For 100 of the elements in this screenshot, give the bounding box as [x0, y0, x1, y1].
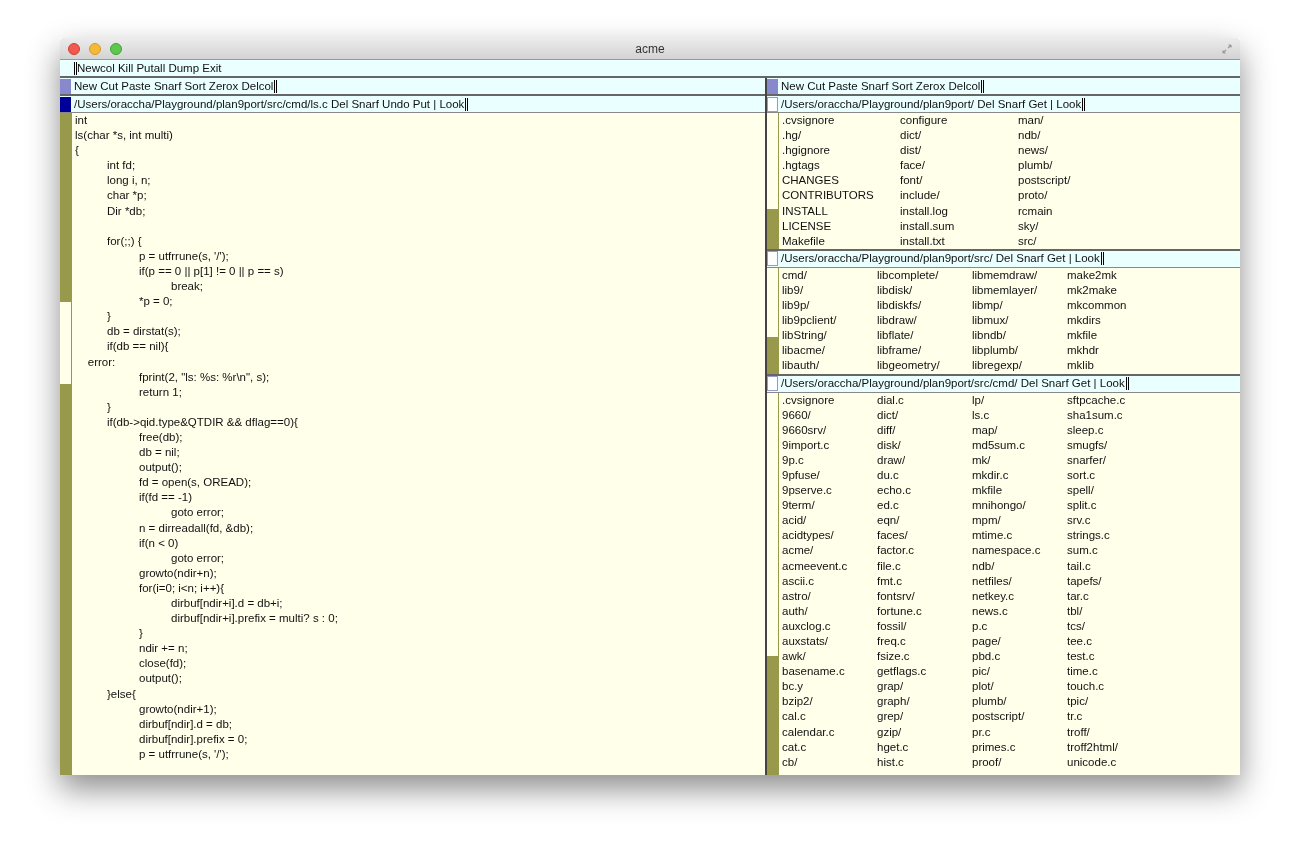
file-name[interactable]: touch.c [1067, 679, 1162, 695]
file-name[interactable]: mkfile [972, 483, 1067, 499]
scroll-thumb[interactable] [60, 301, 71, 385]
file-name[interactable]: auxclog.c [782, 618, 877, 634]
scrollbar[interactable] [60, 113, 72, 775]
file-name[interactable]: ls.c [972, 407, 1067, 423]
file-name[interactable]: dial.c [877, 392, 972, 408]
column-handle[interactable] [60, 78, 71, 94]
file-name[interactable]: ndb/ [972, 558, 1067, 574]
file-name[interactable]: fortune.c [877, 603, 972, 619]
file-name[interactable]: INSTALL [782, 203, 900, 219]
file-name[interactable]: fmt.c [877, 573, 972, 589]
file-name[interactable]: grap/ [877, 679, 972, 695]
file-name[interactable]: .hgtags [782, 158, 900, 174]
file-name[interactable]: gzip/ [877, 724, 972, 740]
file-name[interactable]: rcmain [1018, 203, 1136, 219]
file-name[interactable]: basename.c [782, 664, 877, 680]
file-name[interactable]: pr.c [972, 724, 1067, 740]
file-name[interactable]: libmemdraw/ [972, 267, 1067, 283]
file-name[interactable]: pbd.c [972, 649, 1067, 665]
file-name[interactable]: lib9p/ [782, 298, 877, 314]
window-handle[interactable] [767, 376, 778, 391]
file-name[interactable]: install.sum [900, 218, 1018, 234]
file-name[interactable]: acidtypes/ [782, 528, 877, 544]
file-name[interactable]: mnihongo/ [972, 498, 1067, 514]
file-name[interactable]: faces/ [877, 528, 972, 544]
file-name[interactable]: 9660/ [782, 407, 877, 423]
file-name[interactable]: Makefile [782, 233, 900, 249]
file-name[interactable]: install.log [900, 203, 1018, 219]
file-name[interactable]: 9import.c [782, 437, 877, 453]
file-name[interactable]: tail.c [1067, 558, 1162, 574]
file-name[interactable]: spell/ [1067, 483, 1162, 499]
file-name[interactable]: mk/ [972, 452, 1067, 468]
file-name[interactable]: libmemlayer/ [972, 282, 1067, 299]
file-name[interactable]: 9pfuse/ [782, 467, 877, 484]
file-name[interactable]: dict/ [877, 407, 972, 423]
file-name[interactable]: man/ [1018, 113, 1136, 129]
file-name[interactable]: libauth/ [782, 358, 877, 374]
file-name[interactable]: news.c [972, 603, 1067, 619]
file-name[interactable]: tapefs/ [1067, 573, 1162, 589]
fullscreen-icon[interactable] [1222, 43, 1232, 54]
file-name[interactable]: disk/ [877, 437, 972, 453]
file-name[interactable]: 9term/ [782, 498, 877, 514]
file-name[interactable]: tee.c [1067, 634, 1162, 650]
file-name[interactable]: .cvsignore [782, 392, 877, 408]
file-name[interactable]: grep/ [877, 709, 972, 725]
file-name[interactable]: sftpcache.c [1067, 392, 1162, 408]
file-name[interactable]: sha1sum.c [1067, 407, 1162, 423]
file-name[interactable]: hget.c [877, 739, 972, 755]
file-name[interactable]: .hgignore [782, 143, 900, 159]
file-name[interactable]: p.c [972, 618, 1067, 634]
file-name[interactable]: libndb/ [972, 328, 1067, 344]
file-name[interactable]: 9pserve.c [782, 483, 877, 499]
file-name[interactable]: mkhdr [1067, 343, 1162, 359]
file-name[interactable]: netkey.c [972, 588, 1067, 604]
file-name[interactable]: snarfer/ [1067, 452, 1162, 468]
file-name[interactable]: hist.c [877, 754, 972, 770]
file-name[interactable]: echo.c [877, 483, 972, 499]
file-name[interactable]: smugfs/ [1067, 437, 1162, 453]
file-name[interactable]: libmp/ [972, 298, 1067, 314]
scroll-thumb[interactable] [767, 267, 778, 337]
column-handle[interactable] [767, 78, 778, 94]
file-name[interactable]: face/ [900, 158, 1018, 174]
file-name[interactable]: libplumb/ [972, 343, 1067, 359]
file-name[interactable]: sleep.c [1067, 422, 1162, 438]
file-name[interactable]: troff/ [1067, 724, 1162, 740]
file-name[interactable]: netfiles/ [972, 573, 1067, 589]
file-name[interactable]: tr.c [1067, 709, 1162, 725]
file-name[interactable]: primes.c [972, 739, 1067, 755]
file-name[interactable]: lp/ [972, 392, 1067, 408]
file-name[interactable]: proto/ [1018, 188, 1136, 204]
file-name[interactable]: md5sum.c [972, 437, 1067, 453]
file-name[interactable]: eqn/ [877, 513, 972, 529]
file-name[interactable]: news/ [1018, 143, 1136, 159]
file-name[interactable]: tbl/ [1067, 603, 1162, 619]
file-name[interactable]: plot/ [972, 679, 1067, 695]
file-name[interactable]: ndb/ [1018, 128, 1136, 144]
window-handle[interactable] [60, 96, 71, 112]
file-name[interactable]: graph/ [877, 694, 972, 710]
file-name[interactable]: tpic/ [1067, 694, 1162, 710]
file-name[interactable]: mkdirs [1067, 313, 1162, 329]
file-name[interactable]: configure [900, 113, 1018, 129]
file-name[interactable]: dict/ [900, 128, 1018, 144]
file-name[interactable]: getflags.c [877, 664, 972, 680]
file-name[interactable]: draw/ [877, 452, 972, 468]
file-name[interactable]: libdraw/ [877, 313, 972, 329]
file-name[interactable]: mkdir.c [972, 467, 1067, 484]
file-name[interactable]: libmux/ [972, 313, 1067, 329]
window-handle[interactable] [767, 251, 778, 267]
file-name[interactable]: cmd/ [782, 267, 877, 283]
file-name[interactable]: awk/ [782, 649, 877, 665]
file-name[interactable]: ed.c [877, 498, 972, 514]
file-name[interactable]: mk2make [1067, 282, 1162, 299]
file-name[interactable]: du.c [877, 467, 972, 484]
file-name[interactable]: fsize.c [877, 649, 972, 665]
window-handle[interactable] [767, 96, 778, 112]
scroll-thumb[interactable] [767, 392, 778, 657]
scrollbar[interactable] [767, 392, 779, 775]
file-name[interactable]: bc.y [782, 679, 877, 695]
file-name[interactable]: sum.c [1067, 543, 1162, 559]
